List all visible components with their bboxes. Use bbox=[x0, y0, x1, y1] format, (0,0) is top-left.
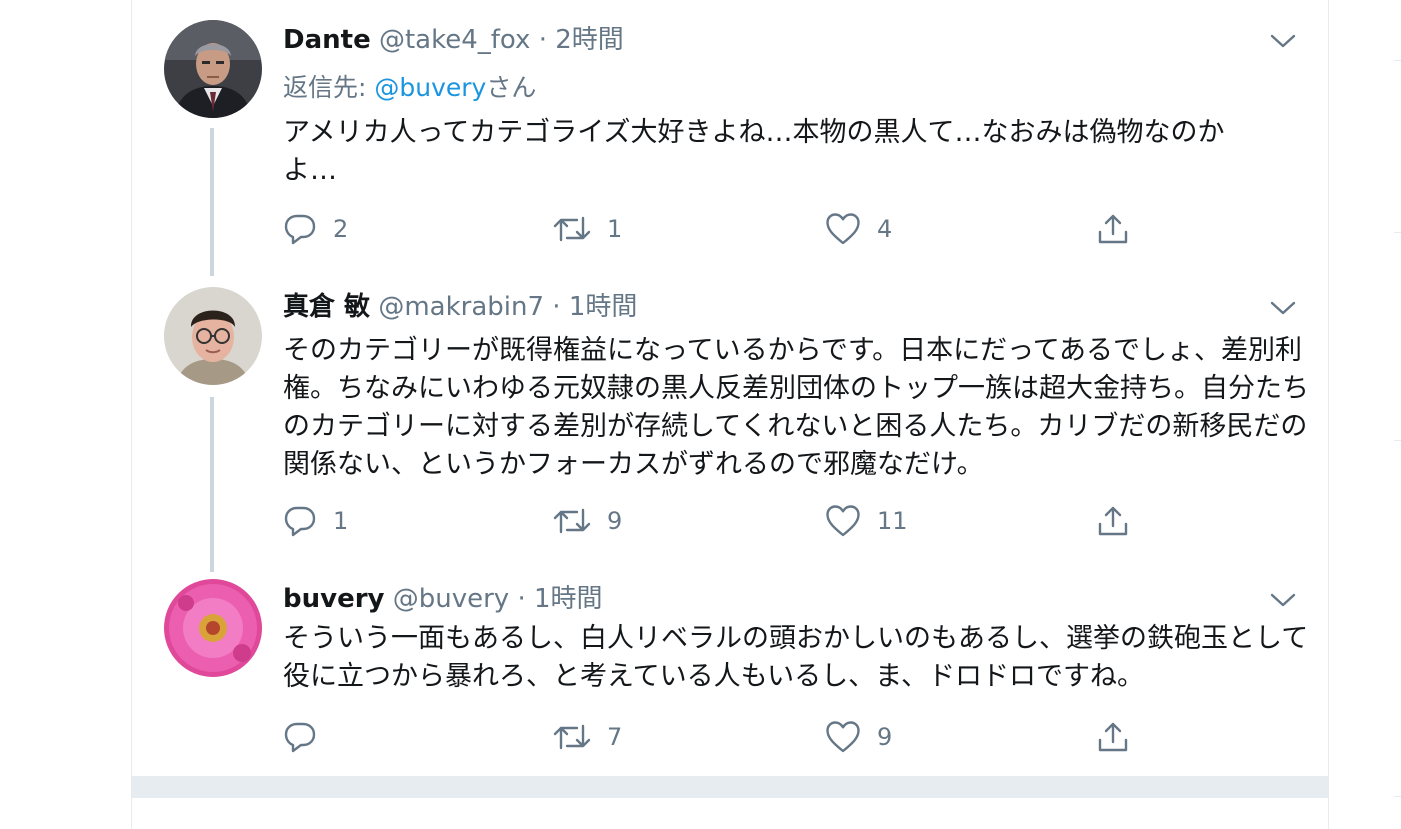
side-divider bbox=[1394, 440, 1401, 441]
tweet-text: アメリカ人ってカテゴライズ大好きよね…本物の黒人て…なおみは偽物なのかよ… bbox=[283, 117, 1225, 186]
display-name[interactable]: Dante bbox=[283, 25, 371, 55]
tweet-header: 真倉 敏 @makrabin7 · 1時間 bbox=[283, 287, 637, 327]
avatar[interactable] bbox=[164, 20, 262, 118]
reply-to: 返信先: @buveryさん bbox=[283, 68, 536, 108]
timeline: Dante @take4_fox · 2時間 返信先: @buveryさん アメ… bbox=[131, 0, 1329, 829]
like-count: 11 bbox=[877, 507, 908, 535]
thread-line bbox=[210, 128, 214, 276]
share-icon bbox=[1096, 720, 1130, 754]
reply-button[interactable]: 1 bbox=[283, 501, 348, 541]
timestamp[interactable]: 1時間 bbox=[534, 584, 603, 614]
side-divider bbox=[1394, 232, 1401, 233]
user-handle[interactable]: @makrabin7 bbox=[378, 292, 544, 322]
display-name[interactable]: buvery bbox=[283, 584, 384, 614]
display-name[interactable]: 真倉 敏 bbox=[283, 292, 370, 322]
retweet-button[interactable]: 9 bbox=[553, 501, 622, 541]
avatar[interactable] bbox=[164, 579, 262, 677]
tweet-text: そういう一面もあるし、白人リベラルの頭おかしいのもあるし、選挙の鉄砲玉として役に… bbox=[283, 623, 1309, 692]
share-icon bbox=[1096, 212, 1130, 246]
like-count: 4 bbox=[877, 215, 893, 243]
section-divider bbox=[132, 776, 1328, 798]
side-divider bbox=[1394, 796, 1401, 797]
retweet-icon bbox=[553, 504, 591, 538]
retweet-icon bbox=[553, 212, 591, 246]
reply-to-mention[interactable]: @buvery bbox=[374, 73, 486, 102]
tweet[interactable]: 真倉 敏 @makrabin7 · 1時間 そのカテゴリーが既得権益になっている… bbox=[132, 287, 1328, 577]
like-button[interactable]: 9 bbox=[825, 717, 892, 757]
tweet-text: そのカテゴリーが既得権益になっているからです。日本にだってあるでしょ、差別利権。… bbox=[283, 335, 1309, 480]
retweet-count: 7 bbox=[607, 723, 623, 751]
tweet[interactable]: buvery @buvery · 1時間 そういう一面もあるし、白人リベラルの頭… bbox=[132, 579, 1328, 769]
share-button[interactable] bbox=[1096, 209, 1130, 249]
side-divider bbox=[1394, 60, 1401, 61]
avatar[interactable] bbox=[164, 287, 262, 385]
share-button[interactable] bbox=[1096, 501, 1130, 541]
chevron-down-icon[interactable] bbox=[1270, 32, 1296, 50]
timestamp[interactable]: 2時間 bbox=[555, 25, 624, 55]
retweet-button[interactable]: 1 bbox=[553, 209, 622, 249]
like-button[interactable]: 4 bbox=[825, 209, 892, 249]
chevron-down-icon[interactable] bbox=[1270, 591, 1296, 609]
reply-icon bbox=[283, 212, 317, 246]
like-count: 9 bbox=[877, 723, 893, 751]
separator: · bbox=[552, 292, 561, 322]
reply-count: 2 bbox=[333, 215, 349, 243]
reply-to-prefix: 返信先: bbox=[283, 73, 375, 102]
chevron-down-icon[interactable] bbox=[1270, 299, 1296, 317]
tweet-header: buvery @buvery · 1時間 bbox=[283, 579, 603, 619]
heart-icon bbox=[825, 504, 861, 538]
reply-to-suffix: さん bbox=[486, 73, 537, 102]
like-button[interactable]: 11 bbox=[825, 501, 908, 541]
retweet-count: 9 bbox=[607, 507, 623, 535]
thread-line bbox=[210, 397, 214, 572]
reply-icon bbox=[283, 720, 317, 754]
retweet-count: 1 bbox=[607, 215, 623, 243]
retweet-icon bbox=[553, 720, 591, 754]
separator: · bbox=[517, 584, 526, 614]
tweet-header: Dante @take4_fox · 2時間 bbox=[283, 20, 624, 60]
reply-button[interactable]: 2 bbox=[283, 209, 348, 249]
reply-icon bbox=[283, 504, 317, 538]
tweet-actions: 2 1 4 bbox=[283, 209, 1163, 249]
user-handle[interactable]: @take4_fox bbox=[379, 25, 530, 55]
share-icon bbox=[1096, 504, 1130, 538]
tweet[interactable]: Dante @take4_fox · 2時間 返信先: @buveryさん アメ… bbox=[132, 20, 1328, 280]
share-button[interactable] bbox=[1096, 717, 1130, 757]
heart-icon bbox=[825, 212, 861, 246]
reply-button[interactable] bbox=[283, 717, 333, 757]
tweet-actions: 1 9 11 bbox=[283, 501, 1163, 541]
retweet-button[interactable]: 7 bbox=[553, 717, 622, 757]
user-handle[interactable]: @buvery bbox=[393, 584, 509, 614]
timestamp[interactable]: 1時間 bbox=[569, 292, 638, 322]
heart-icon bbox=[825, 720, 861, 754]
reply-count: 1 bbox=[333, 507, 349, 535]
tweet-actions: 7 9 bbox=[283, 717, 1163, 757]
separator: · bbox=[538, 25, 547, 55]
